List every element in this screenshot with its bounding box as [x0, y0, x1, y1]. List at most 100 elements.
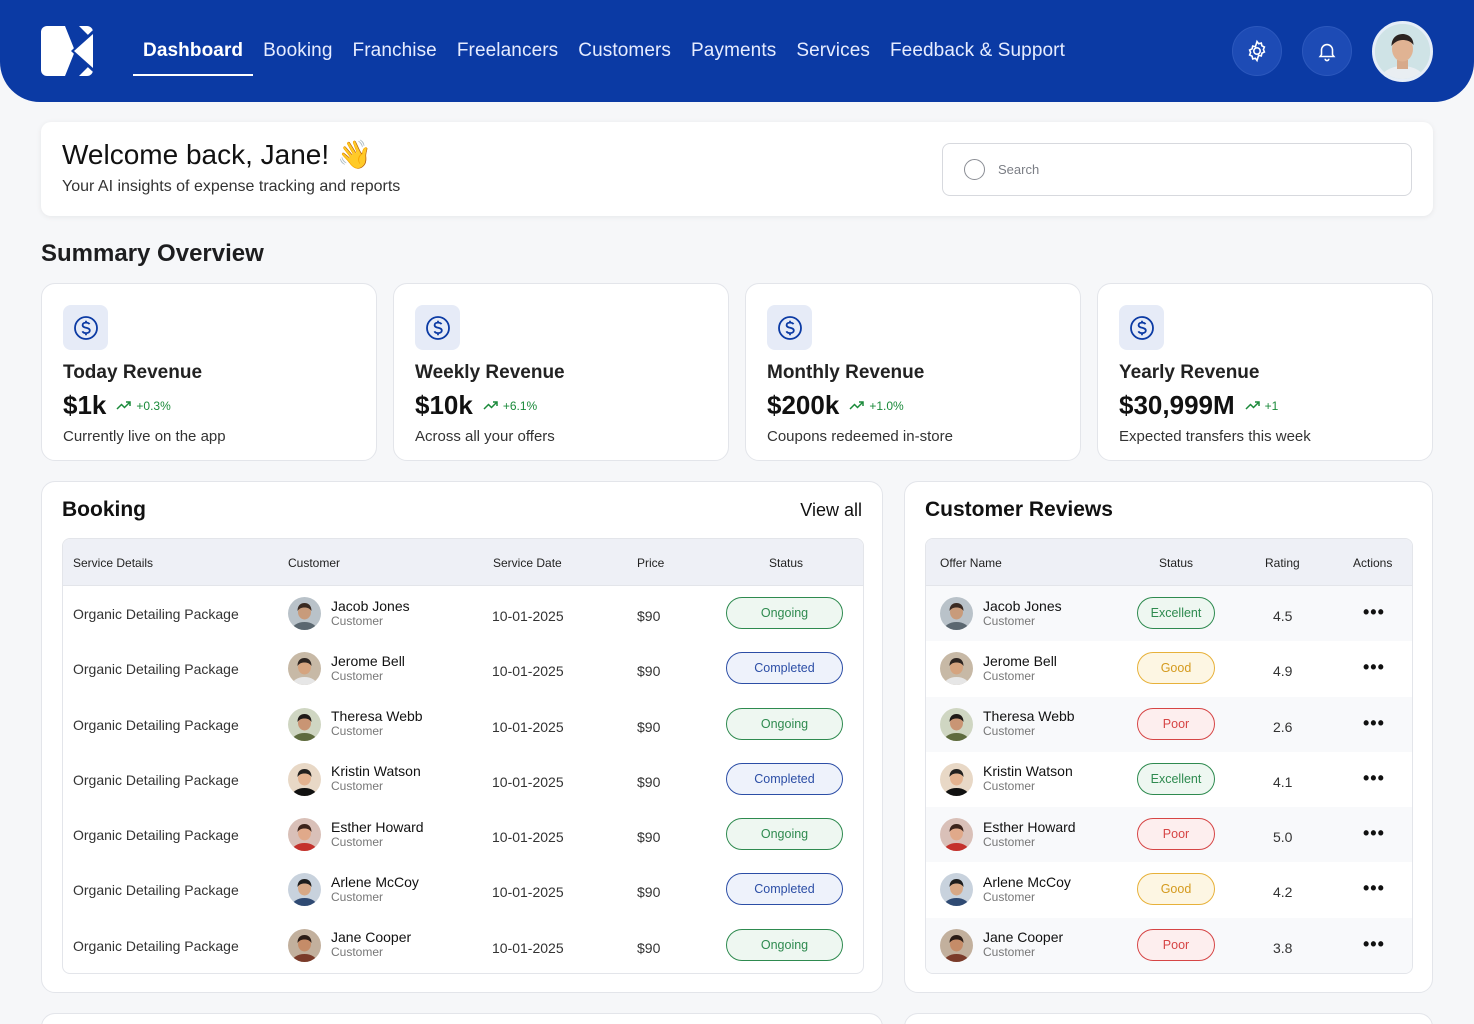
card-value-amount: $200k [767, 390, 840, 420]
price: $90 [637, 773, 661, 790]
table-row[interactable]: Jerome Bell Customer Good 4.9 ••• [926, 641, 1412, 696]
table-row[interactable]: Organic Detailing Package Jacob Jones Cust… [63, 586, 863, 641]
nav-booking[interactable]: Booking [253, 0, 342, 102]
table-row[interactable]: Jacob Jones Customer Excellent 4.5 ••• [926, 586, 1412, 642]
col-service-date: Service Date [493, 556, 562, 570]
customer-role: Customer [331, 945, 384, 960]
table-row[interactable]: Arlene McCoy Customer Good 4.2 ••• [926, 862, 1412, 917]
rating: 5.0 [1273, 829, 1293, 846]
price: $90 [637, 939, 661, 956]
card-value-amount: $10k [415, 390, 473, 420]
customer-role: Customer [331, 834, 384, 849]
card-title: Monthly Revenue [767, 362, 925, 383]
more-icon[interactable]: ••• [1363, 768, 1385, 789]
status-badge: Completed [726, 762, 843, 795]
welcome-panel: Welcome back, Jane! 👋 Your AI insights o… [41, 122, 1433, 216]
trend-badge: +1.0% [849, 399, 904, 413]
more-icon[interactable]: ••• [1363, 878, 1385, 899]
table-row[interactable]: Kristin Watson Customer Excellent 4.1 ••• [926, 752, 1412, 807]
customer-role: Customer [331, 613, 384, 628]
customer-role: Customer [331, 779, 384, 794]
booking-panel: Booking View all Service Details Custome… [41, 481, 883, 993]
more-icon[interactable]: ••• [1363, 602, 1385, 623]
customer-cell: Jane Cooper Customer [288, 928, 411, 962]
status-badge: Completed [726, 652, 843, 685]
table-row[interactable]: Jane Cooper Customer Poor 3.8 ••• [926, 917, 1412, 974]
settings-button[interactable] [1232, 26, 1282, 76]
avatar [288, 818, 321, 852]
customer-role: Customer [983, 613, 1036, 628]
nav-freelancers[interactable]: Freelancers [447, 0, 568, 102]
nav-dashboard[interactable]: Dashboard [133, 0, 254, 102]
customer-name: Jerome Bell [331, 652, 405, 669]
table-row[interactable]: Organic Detailing Package Theresa Webb Cus… [63, 697, 863, 752]
customer-info: Theresa Webb Customer [331, 709, 423, 739]
trend-up-icon [483, 399, 503, 413]
price: $90 [637, 608, 661, 624]
trend-value: +1 [1264, 398, 1279, 413]
monthly-revenue-card: Monthly Revenue $200k +1.0% Coupons redeeme… [745, 283, 1081, 461]
rating: 4.1 [1273, 773, 1293, 790]
customer-name: Kristin Watson [983, 763, 1073, 780]
more-icon[interactable]: ••• [1363, 713, 1385, 734]
reviews-panel: Customer Reviews Offer Name Status Ratin… [904, 481, 1433, 993]
search-box[interactable] [942, 143, 1412, 196]
card-subtitle: Across all your offers [415, 428, 555, 445]
table-row[interactable]: Esther Howard Customer Poor 5.0 ••• [926, 807, 1412, 863]
service-date: 10-01-2025 [492, 718, 564, 735]
status-badge: Poor [1137, 928, 1215, 961]
nav-feedback-support[interactable]: Feedback & Support [880, 0, 1075, 102]
nav-franchise[interactable]: Franchise [343, 0, 447, 102]
customer-cell: Kristin Watson Customer [940, 762, 1073, 796]
service-details: Organic Detailing Package [73, 771, 239, 788]
reviews-table-header: Offer Name Status Rating Actions [926, 539, 1412, 586]
status-badge: Poor [1137, 818, 1215, 851]
nav-customers[interactable]: Customers [568, 0, 681, 102]
customer-info: Kristin Watson Customer [983, 764, 1073, 794]
bell-icon [1318, 43, 1336, 62]
table-row[interactable]: Organic Detailing Package Kristin Watson C… [63, 752, 863, 807]
card-value: $200k +1.0% [767, 390, 904, 421]
avatar [940, 762, 973, 796]
service-date: 10-01-2025 [492, 829, 564, 846]
customer-role: Customer [983, 834, 1036, 849]
table-row[interactable]: Organic Detailing Package Jerome Bell Cust… [63, 641, 863, 696]
trend-value: +6.1% [502, 398, 538, 413]
dollar-icon [1119, 305, 1164, 350]
rating: 4.9 [1273, 663, 1293, 680]
notifications-button[interactable] [1302, 26, 1352, 76]
status-badge: Good [1137, 873, 1215, 906]
user-avatar[interactable] [1372, 21, 1433, 82]
service-details: Organic Detailing Package [73, 937, 239, 954]
search-input[interactable] [998, 162, 1398, 177]
booking-title: Booking [62, 498, 146, 521]
customer-role: Customer [983, 889, 1036, 904]
customer-info: Jacob Jones Customer [331, 598, 410, 629]
card-title: Weekly Revenue [415, 362, 565, 383]
table-row[interactable]: Organic Detailing Package Esther Howard Cu… [63, 807, 863, 862]
service-date: 10-01-2025 [492, 939, 564, 956]
more-icon[interactable]: ••• [1363, 934, 1385, 955]
table-row[interactable]: Organic Detailing Package Arlene McCoy Cus… [63, 862, 863, 917]
table-row[interactable]: Organic Detailing Package Jane Cooper Cust… [63, 918, 863, 973]
customer-cell: Jerome Bell Customer [288, 652, 405, 686]
gear-icon [1248, 39, 1266, 63]
customer-info: Jane Cooper Customer [331, 930, 411, 960]
view-all-link[interactable]: View all [800, 500, 862, 521]
service-details: Organic Detailing Package [73, 882, 239, 899]
table-row[interactable]: Theresa Webb Customer Poor 2.6 ••• [926, 696, 1412, 752]
service-date: 10-01-2025 [492, 884, 564, 901]
customer-cell: Esther Howard Customer [288, 818, 424, 852]
more-icon[interactable]: ••• [1363, 657, 1385, 678]
status-badge: Ongoing [726, 707, 843, 740]
rating: 3.8 [1273, 939, 1293, 956]
more-icon[interactable]: ••• [1363, 823, 1385, 844]
card-value: $30,999M +1 [1119, 390, 1278, 421]
brand-logo[interactable] [41, 26, 93, 76]
nav-services[interactable]: Services [786, 0, 880, 102]
top-navigation-bar: Dashboard Booking Franchise Freelancers Cust… [0, 0, 1474, 102]
customer-cell: Theresa Webb Customer [288, 707, 423, 741]
booking-table-header: Service Details Customer Service Date Pr… [63, 539, 863, 586]
service-details: Organic Detailing Package [73, 716, 239, 733]
nav-payments[interactable]: Payments [681, 0, 786, 102]
